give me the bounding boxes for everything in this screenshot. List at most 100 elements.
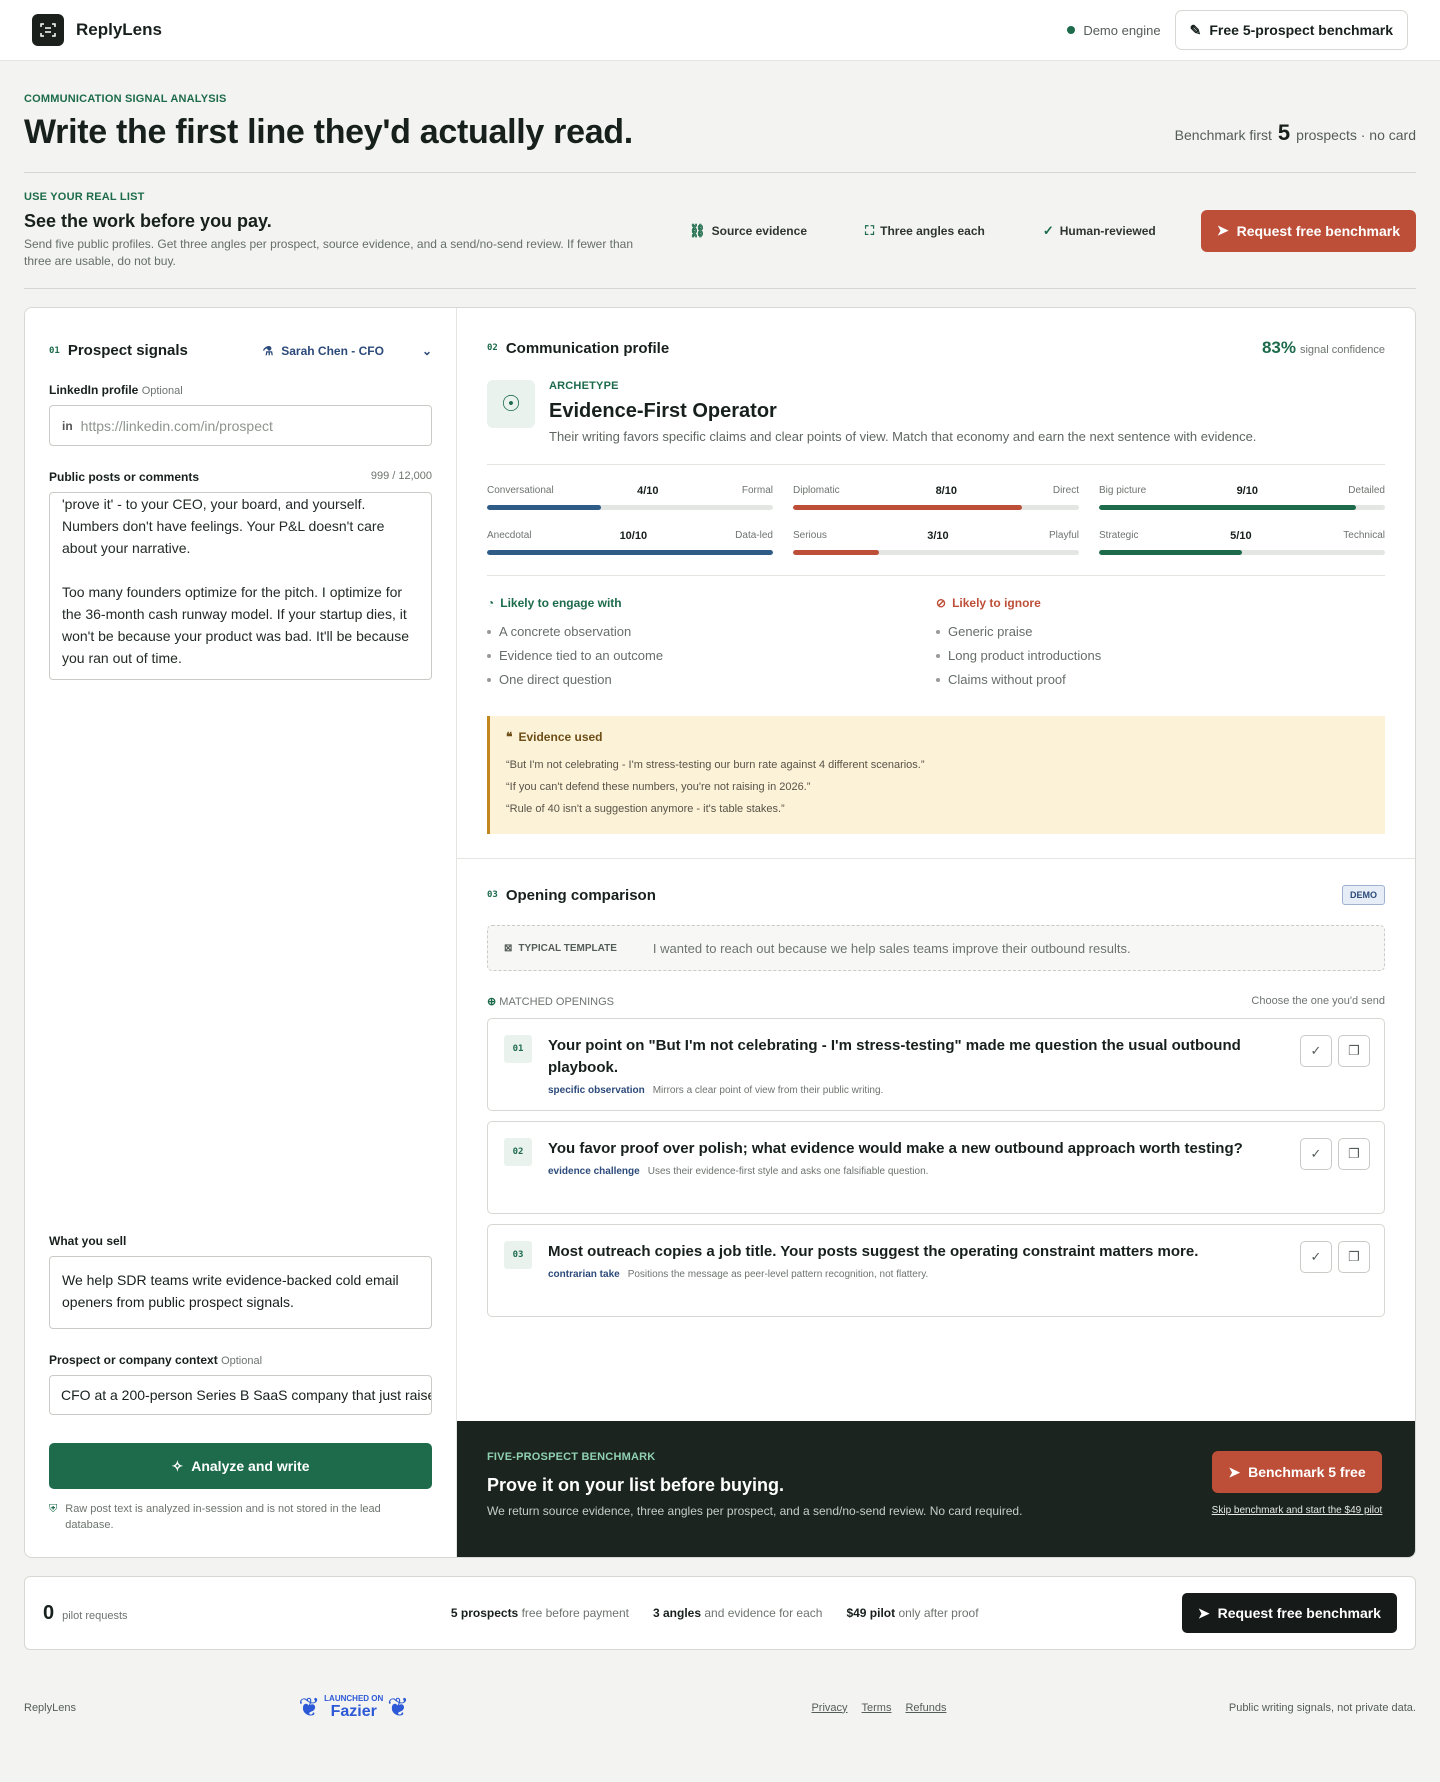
posts-textarea[interactable]: 'prove it' - to your CEO, your board, an… bbox=[49, 492, 432, 680]
copy-icon[interactable]: ❐ bbox=[1338, 1035, 1370, 1067]
archetype: ☉ ARCHETYPE Evidence-First Operator Thei… bbox=[487, 380, 1385, 465]
top-navigation-bar: ReplyLens Demo engine ✎ Free 5-prospect b… bbox=[0, 0, 1440, 61]
privacy-link[interactable]: Privacy bbox=[811, 1702, 847, 1714]
send-icon: ➤ bbox=[1197, 1604, 1210, 1621]
template-x-icon: ⊠ bbox=[504, 942, 513, 954]
stats-bar: 0 pilot requests 5 prospects free before … bbox=[24, 1576, 1416, 1650]
sell-label: What you sell bbox=[49, 1234, 127, 1248]
stat-pilot: $49 pilot only after proof bbox=[846, 1606, 979, 1620]
engine-status: Demo engine bbox=[1067, 23, 1161, 38]
feature-three-angles: ⛶ Three angles each bbox=[865, 222, 985, 238]
scale-track bbox=[487, 505, 773, 510]
select-check-icon[interactable]: ✓ bbox=[1300, 1241, 1332, 1273]
scan-frame-icon: ⛶ bbox=[865, 222, 875, 238]
scan-icon bbox=[32, 14, 64, 46]
communication-profile: 02 Communication profile 83% signal confid… bbox=[457, 308, 1415, 859]
style-scales: Conversational 4/10 Formal Diplomatic 8/10 Di… bbox=[487, 465, 1385, 576]
page-title: Write the first line they'd actually rea… bbox=[24, 113, 633, 151]
chevron-down-icon: ⌄ bbox=[421, 343, 432, 358]
scale-track bbox=[793, 505, 1079, 510]
what-you-sell-textarea[interactable]: We help SDR teams write evidence-backed … bbox=[49, 1256, 432, 1329]
scale-fill bbox=[1099, 505, 1357, 510]
link-icon: ⛓ bbox=[689, 222, 706, 238]
send-icon: ➤ bbox=[1228, 1463, 1241, 1480]
benchmark-title: Prove it on your list before buying. bbox=[487, 1475, 785, 1495]
section-title-profile: 02 Communication profile bbox=[487, 339, 670, 357]
select-check-icon[interactable]: ✓ bbox=[1300, 1138, 1332, 1170]
engage-list: ◔ Likely to engage with A concrete observ… bbox=[487, 596, 936, 692]
scale-fill bbox=[487, 550, 773, 555]
select-check-icon[interactable]: ✓ bbox=[1300, 1035, 1332, 1067]
context-label: Prospect or company context Optional bbox=[49, 1353, 263, 1367]
hero: COMMUNICATION SIGNAL ANALYSIS Write the … bbox=[24, 61, 1416, 173]
terms-link[interactable]: Terms bbox=[862, 1702, 892, 1714]
list-item: Long product introductions bbox=[936, 644, 1385, 668]
evidence-quote: “But I'm not celebrating - I'm stress-te… bbox=[506, 759, 925, 771]
footer-brand: ReplyLens bbox=[24, 1701, 76, 1714]
scale-fill bbox=[487, 505, 602, 510]
laurel-right-icon: ❦ bbox=[387, 1692, 410, 1722]
fingerprint-icon: ☉ bbox=[487, 380, 535, 428]
archetype-description: Their writing favors specific claims and… bbox=[549, 429, 1257, 444]
opening-card[interactable]: 03 Most outreach copies a job title. You… bbox=[487, 1224, 1385, 1317]
scale-big-picture: Big picture 9/10 Detailed bbox=[1099, 485, 1385, 510]
analyze-button[interactable]: ✧ Analyze and write bbox=[49, 1443, 432, 1489]
status-dot-icon bbox=[1067, 26, 1076, 34]
quote-icon: ❝ bbox=[506, 730, 513, 744]
linkedin-input[interactable]: in https://linkedin.com/in/prospect bbox=[49, 405, 432, 446]
band-title: See the work before you pay. bbox=[24, 211, 272, 231]
evidence-quote: “Rule of 40 isn't a suggestion anymore -… bbox=[506, 803, 785, 815]
benchmark-description: We return source evidence, three angles … bbox=[487, 1504, 1023, 1518]
opening-card[interactable]: 02 You favor proof over polish; what evi… bbox=[487, 1121, 1385, 1214]
hero-eyebrow: COMMUNICATION SIGNAL ANALYSIS bbox=[24, 93, 227, 105]
scale-track bbox=[1099, 505, 1385, 510]
skip-benchmark-link[interactable]: Skip benchmark and start the $49 pilot bbox=[1212, 1503, 1383, 1518]
scale-track bbox=[1099, 550, 1385, 555]
scale-serious: Serious 3/10 Playful bbox=[793, 530, 1079, 555]
proof-band: USE YOUR REAL LIST See the work before y… bbox=[24, 173, 1416, 289]
linkedin-icon: in bbox=[62, 418, 73, 433]
demo-badge: DEMO bbox=[1342, 885, 1385, 905]
benchmark-free-button[interactable]: ➤ Benchmark 5 free bbox=[1212, 1451, 1382, 1493]
section-title-openings: 03 Opening comparison bbox=[487, 886, 656, 904]
copy-icon[interactable]: ❐ bbox=[1338, 1241, 1370, 1273]
free-benchmark-button[interactable]: ✎ Free 5-prospect benchmark bbox=[1174, 10, 1408, 50]
flask-icon: ⚗ bbox=[262, 343, 274, 358]
section-title-prospect: 01 Prospect signals bbox=[49, 342, 188, 359]
character-count: 999 / 12,000 bbox=[370, 470, 432, 482]
opening-card[interactable]: 01 Your point on "But I'm not celebratin… bbox=[487, 1018, 1385, 1111]
prospect-signals-panel: 01 Prospect signals ⚗ Sarah Chen - CFO ⌄ Li… bbox=[25, 308, 457, 1557]
fazier-badge[interactable]: ❦ LAUNCHED ON Fazier ❦ bbox=[298, 1692, 409, 1723]
band-description: Send five public profiles. Get three ang… bbox=[24, 237, 634, 268]
benchmark-banner: FIVE-PROSPECT BENCHMARK Prove it on your… bbox=[457, 1421, 1415, 1557]
list-item: Evidence tied to an outcome bbox=[487, 644, 936, 668]
posts-label: Public posts or comments 999 / 12,000 bbox=[49, 470, 432, 484]
signal-confidence: 83% signal confidence bbox=[1261, 338, 1385, 357]
pencil-icon: ✎ bbox=[1189, 21, 1202, 38]
matched-openings-title: ⊕ MATCHED OPENINGS bbox=[487, 996, 614, 1008]
send-icon: ➤ bbox=[1216, 222, 1229, 238]
archetype-title: Evidence-First Operator bbox=[549, 400, 777, 422]
request-benchmark-bottom-button[interactable]: ➤ Request free benchmark bbox=[1181, 1593, 1397, 1633]
workspace: 01 Prospect signals ⚗ Sarah Chen - CFO ⌄ Li… bbox=[24, 307, 1416, 1558]
laurel-left-icon: ❦ bbox=[298, 1692, 321, 1722]
copy-icon[interactable]: ❐ bbox=[1338, 1138, 1370, 1170]
hero-meta: Benchmark first 5 prospects · no card bbox=[1174, 120, 1416, 145]
target-icon: ⊕ bbox=[487, 996, 497, 1008]
context-input[interactable]: CFO at a 200-person Series B SaaS compan… bbox=[49, 1375, 432, 1415]
evidence-used: ❝ Evidence used “But I'm not celebrating … bbox=[487, 716, 1385, 834]
pilot-requests: 0 pilot requests bbox=[43, 1601, 128, 1624]
refunds-link[interactable]: Refunds bbox=[905, 1702, 946, 1714]
list-item: A concrete observation bbox=[487, 620, 936, 644]
brand[interactable]: ReplyLens bbox=[32, 14, 162, 46]
linkedin-label: LinkedIn profile Optional bbox=[49, 383, 183, 397]
persona-select[interactable]: ⚗ Sarah Chen - CFO ⌄ bbox=[262, 344, 432, 358]
stat-prospects: 5 prospects free before payment bbox=[450, 1606, 629, 1620]
ignore-list: ⊘ Likely to ignore Generic praise Long pr… bbox=[936, 596, 1385, 692]
shield-check-icon: ⛨ bbox=[49, 1503, 58, 1515]
opening-comparison: 03 Opening comparison DEMO ⊠ TYPICAL TEMPL… bbox=[457, 859, 1415, 1351]
scale-conversational: Conversational 4/10 Formal bbox=[487, 485, 773, 510]
request-benchmark-button[interactable]: ➤ Request free benchmark bbox=[1200, 209, 1416, 252]
list-item: Claims without proof bbox=[936, 668, 1385, 692]
feature-human-reviewed: ✓ Human-reviewed bbox=[1042, 222, 1156, 238]
